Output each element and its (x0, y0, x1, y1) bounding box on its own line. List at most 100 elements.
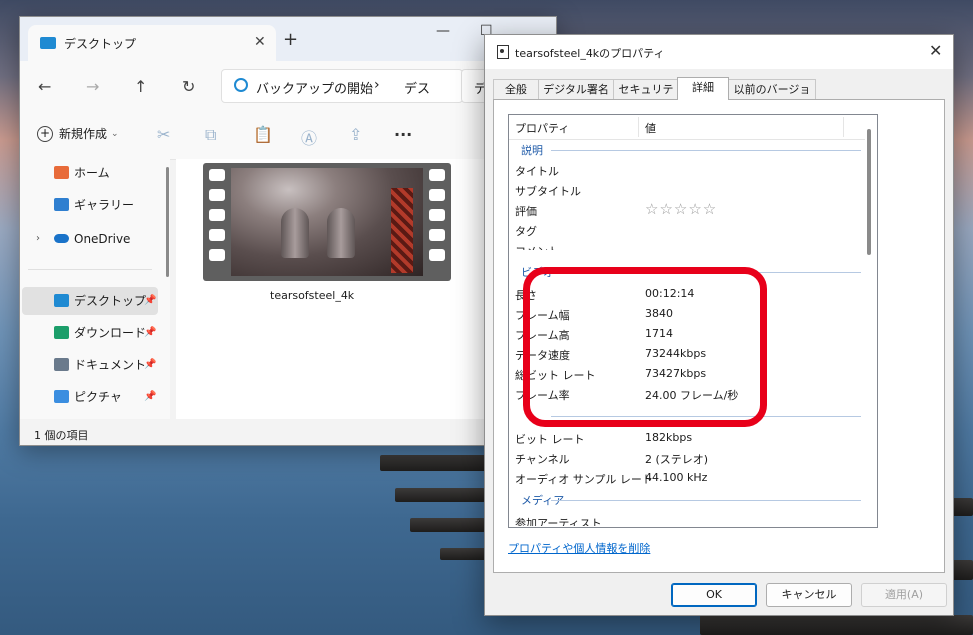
tab-close-icon[interactable]: ✕ (254, 34, 266, 50)
backup-icon (234, 78, 248, 92)
plus-circle-icon: + (37, 125, 53, 142)
forward-icon[interactable]: → (86, 77, 99, 96)
film-holes-left (209, 169, 227, 275)
video-file-icon (497, 45, 509, 59)
pier-beam (395, 488, 485, 502)
chevron-down-icon: ⌄ (111, 128, 119, 139)
address-bar[interactable]: バックアップの開始 › デス (221, 69, 463, 103)
column-separator[interactable] (843, 117, 844, 137)
copy-icon[interactable]: ⧉ (205, 125, 216, 145)
paste-icon[interactable]: 📋 (253, 125, 273, 144)
sidebar-item-label: ホーム (74, 166, 110, 180)
sidebar-item-pictures[interactable]: ピクチャ 📌 (22, 383, 158, 411)
new-button[interactable]: + 新規作成 ⌄ (37, 125, 119, 142)
list-item[interactable]: タイトル (515, 160, 855, 180)
pier-beam (410, 518, 485, 532)
expand-caret-icon[interactable]: › (36, 225, 40, 253)
status-bar: 1 個の項目 (20, 419, 556, 445)
share-icon[interactable]: ⇪ (349, 125, 362, 144)
dialog-title: tearsofsteel_4kのプロパティ (515, 47, 665, 60)
list-item[interactable]: サブタイトル (515, 180, 855, 200)
video-frame (231, 168, 423, 276)
close-icon[interactable]: ✕ (929, 41, 942, 60)
list-item[interactable]: ビット レート 182kbps (515, 428, 855, 448)
column-value[interactable]: 値 (645, 120, 656, 136)
sidebar-item-label: ダウンロード (74, 326, 147, 340)
rocket-shape (281, 208, 309, 258)
group-label: 説明 (521, 144, 543, 157)
red-highlight-box (523, 267, 767, 427)
list-item[interactable]: オーディオ サンプル レート 44.100 kHz (515, 468, 855, 488)
property-name: 評価 (515, 205, 537, 218)
column-property[interactable]: プロパティ (515, 120, 569, 136)
property-list[interactable]: プロパティ 値 説明 タイトル サブタイトル 評価 ☆☆☆☆☆ タグ コメント ビ… (508, 114, 878, 528)
pin-icon[interactable]: 📌 (144, 287, 156, 315)
sidebar-item-desktop[interactable]: デスクトップ 📌 (22, 287, 158, 315)
minimize-button[interactable]: — (436, 23, 450, 39)
tab-label: デスクトップ (64, 37, 137, 51)
tab-previous-versions[interactable]: 以前のバージョン (728, 79, 816, 115)
pier-beam (952, 560, 973, 580)
pier-beam (952, 498, 973, 516)
up-icon[interactable]: ↑ (134, 77, 147, 96)
file-name-label[interactable]: tearsofsteel_4k (270, 289, 354, 302)
pier-beam (700, 615, 973, 635)
details-panel: プロパティ 値 説明 タイトル サブタイトル 評価 ☆☆☆☆☆ タグ コメント ビ… (493, 99, 945, 573)
sidebar-item-documents[interactable]: ドキュメント 📌 (22, 351, 158, 379)
sidebar-scrollbar[interactable] (166, 167, 169, 277)
sidebar-item-label: ドキュメント (74, 358, 147, 372)
rating-stars-icon[interactable]: ☆☆☆☆☆ (645, 200, 717, 218)
file-explorer-window: デスクトップ ✕ + — ☐ ← → ↑ ↻ バックアップの開始 › デス デ … (19, 16, 557, 446)
desktop-folder-icon (54, 294, 69, 307)
desktop-folder-icon (40, 37, 56, 49)
list-item[interactable]: チャンネル 2 (ステレオ) (515, 448, 855, 468)
group-divider (551, 150, 861, 151)
chevron-right-icon[interactable]: › (374, 77, 380, 93)
list-item[interactable]: タグ (515, 220, 855, 240)
new-tab-button[interactable]: + (283, 29, 298, 50)
sidebar-item-onedrive[interactable]: › OneDrive (22, 225, 158, 253)
pin-icon[interactable]: 📌 (144, 383, 156, 411)
tab-digital-signature[interactable]: デジタル署名 (538, 79, 614, 99)
back-icon[interactable]: ← (38, 77, 51, 96)
group-media: メディア (521, 492, 861, 508)
rocket-shape (327, 208, 355, 258)
document-icon (54, 358, 69, 371)
sidebar-item-gallery[interactable]: ギャラリー (22, 191, 158, 219)
properties-dialog: tearsofsteel_4kのプロパティ ✕ 全般 デジタル署名 セキュリティ… (484, 34, 954, 616)
tab-desktop[interactable]: デスクトップ ✕ (28, 25, 276, 61)
list-item[interactable]: 評価 ☆☆☆☆☆ (515, 200, 855, 220)
property-value: 182kbps (645, 431, 693, 444)
sidebar-item-home[interactable]: ホーム (22, 159, 158, 187)
ok-button[interactable]: OK (671, 583, 757, 607)
video-thumbnail[interactable] (203, 163, 451, 281)
gallery-icon (54, 198, 69, 211)
pin-icon[interactable]: 📌 (144, 351, 156, 379)
group-description: 説明 (521, 142, 861, 158)
tab-security[interactable]: セキュリティ (613, 79, 679, 115)
column-separator[interactable] (638, 117, 639, 137)
address-backup[interactable]: バックアップの開始 (256, 78, 373, 97)
sidebar-item-downloads[interactable]: ダウンロード 📌 (22, 319, 158, 347)
property-value: 44.100 kHz (645, 471, 708, 484)
pictures-icon (54, 390, 69, 403)
list-item[interactable]: コメント (515, 240, 855, 250)
tab-general[interactable]: 全般 (493, 79, 539, 99)
refresh-icon[interactable]: ↻ (182, 77, 195, 96)
rename-icon[interactable]: Ⓐ (301, 125, 317, 149)
remove-properties-link[interactable]: プロパティや個人情報を削除 (508, 540, 650, 556)
list-item[interactable]: 参加アーティスト (515, 512, 855, 526)
cancel-button[interactable]: キャンセル (766, 583, 852, 607)
tab-details[interactable]: 詳細 (677, 77, 729, 100)
list-scrollbar[interactable] (867, 129, 871, 255)
more-icon[interactable]: ··· (394, 125, 412, 144)
apply-button[interactable]: 適用(A) (861, 583, 947, 607)
pin-icon[interactable]: 📌 (144, 319, 156, 347)
sidebar-item-label: デスクトップ (74, 294, 147, 308)
cut-icon[interactable]: ✂ (157, 125, 170, 144)
property-name: チャンネル (515, 453, 570, 466)
film-holes-right (429, 169, 447, 275)
address-desktop[interactable]: デス (404, 78, 430, 97)
explorer-titlebar: デスクトップ ✕ + — ☐ (20, 17, 556, 61)
property-name: タグ (515, 225, 537, 238)
